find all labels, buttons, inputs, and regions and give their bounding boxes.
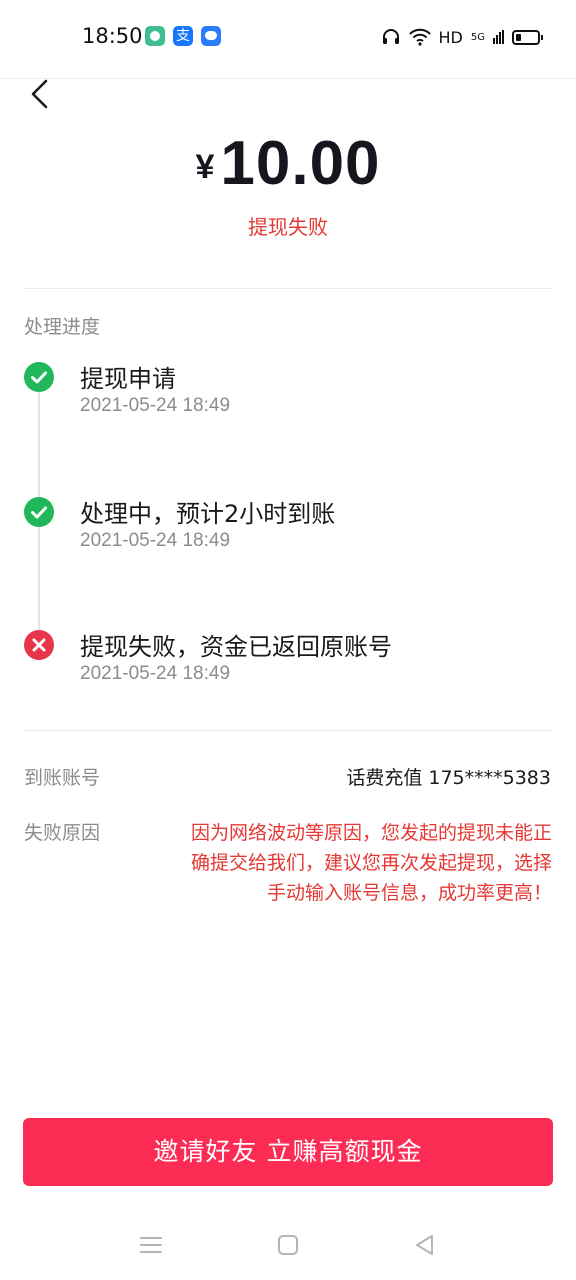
nav-title-peek [230,52,346,62]
headset-icon [382,29,399,44]
x-circle-icon [24,630,54,660]
home-icon[interactable] [273,1230,303,1260]
account-value: 话费充值 175****5383 [346,767,551,789]
wifi-icon [408,28,431,46]
nav-divider [0,78,576,79]
status-right-icons: HD 5G [381,24,543,50]
step-title: 提现失败，资金已返回原账号 [80,633,392,661]
status-bar: 18:50 支 HD 5G [0,0,576,74]
divider [24,730,552,731]
amount-value: 10.00 [220,129,381,198]
reason-label: 失败原因 [24,822,101,844]
app-notification-icon [145,26,165,46]
check-circle-icon [24,362,54,392]
withdraw-amount: ¥10.00 [0,128,576,199]
system-nav-bar [0,1210,576,1280]
step-time: 2021-05-24 18:49 [80,530,231,551]
step-time: 2021-05-24 18:49 [80,395,231,416]
message-icon [201,26,221,46]
account-label: 到账账号 [24,767,101,789]
currency-symbol: ¥ [195,148,215,186]
withdraw-status: 提现失败 [248,215,328,239]
reason-value: 因为网络波动等原因，您发起的提现未能正确提交给我们，建议您再次发起提现，选择手动… [190,822,552,904]
back-button[interactable] [24,76,60,112]
step-time: 2021-05-24 18:49 [80,663,231,684]
cellular-label: 5G [470,31,485,43]
step-title: 处理中，预计2小时到账 [80,500,336,528]
battery-icon [512,29,543,45]
alipay-icon: 支 [173,26,193,46]
menu-icon[interactable] [136,1230,166,1260]
check-circle-icon [24,497,54,527]
chevron-left-icon [31,79,48,109]
network-type-label: HD [438,27,463,47]
back-triangle-icon[interactable] [410,1230,440,1260]
step-title: 提现申请 [80,365,176,393]
divider [24,288,552,289]
signal-icon [493,30,504,44]
invite-friends-button[interactable]: 邀请好友 立赚高额现金 [23,1118,553,1186]
status-time: 18:50 [82,24,143,48]
progress-label: 处理进度 [24,316,101,338]
